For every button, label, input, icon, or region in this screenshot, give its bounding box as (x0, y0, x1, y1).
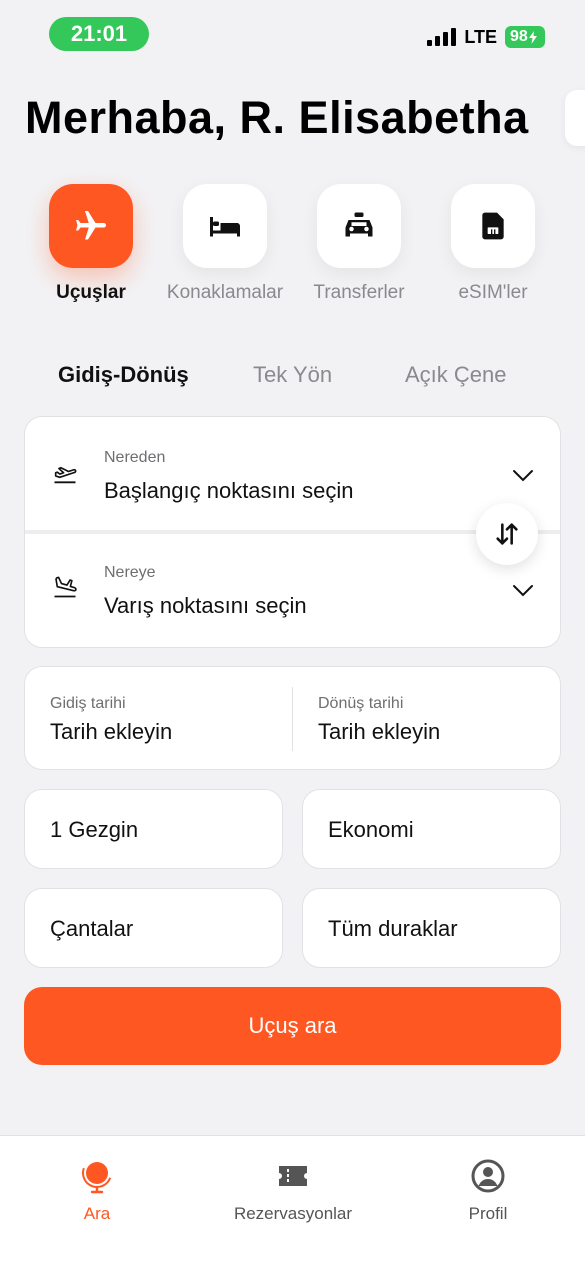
status-time: 21:01 (49, 17, 149, 51)
category-esim[interactable]: eSIM'ler (408, 184, 578, 304)
search-flights-button[interactable]: Uçuş ara (24, 987, 561, 1065)
cabin-class-selector[interactable]: Ekonomi (302, 789, 561, 869)
battery-indicator: 98 (505, 26, 545, 48)
travelers-selector[interactable]: 1 Gezgin (24, 789, 283, 869)
origin-placeholder: Başlangıç noktasını seçin (104, 478, 354, 503)
globe-icon (82, 1158, 112, 1194)
nav-label: Profil (468, 1204, 508, 1223)
bags-value: Çantalar (50, 916, 134, 941)
header-action-button[interactable] (565, 90, 585, 146)
return-date-field[interactable]: Dönüş tarihi Tarih ekleyin (293, 667, 562, 769)
category-tile (317, 184, 401, 268)
landing-icon (54, 576, 77, 598)
signal-icon (427, 28, 457, 46)
category-selector: Uçuşlar Konaklamalar Transferler eSIM'le… (0, 184, 585, 314)
bottom-nav: Ara Rezervasyonlar Profil (0, 1135, 585, 1266)
travelers-value: 1 Gezgin (50, 817, 139, 842)
category-label: eSIM'ler (458, 282, 528, 303)
cabin-class-value: Ekonomi (328, 817, 414, 842)
tab-round-trip[interactable]: Gidiş-Dönüş (58, 362, 189, 388)
bags-selector[interactable]: Çantalar (24, 888, 283, 968)
profile-icon (471, 1159, 505, 1193)
return-date-value: Tarih ekleyin (318, 719, 441, 744)
battery-level: 98 (510, 28, 528, 45)
category-tile (183, 184, 267, 268)
stops-value: Tüm duraklar (328, 916, 458, 941)
chevron-down-icon (513, 585, 533, 597)
departure-date-label: Gidiş tarihi (50, 695, 126, 712)
charging-bolt-icon (528, 30, 537, 44)
taxi-icon (345, 212, 373, 237)
destination-field[interactable]: Nereye Varış noktasını seçin (25, 534, 560, 646)
status-bar: 21:01 LTE 98 (0, 0, 585, 64)
nav-item-search[interactable]: Ara (7, 1158, 187, 1224)
network-type: LTE (464, 26, 497, 47)
route-card: Nereden Başlangıç noktasını seçin Nereye… (24, 416, 561, 648)
category-tile (49, 184, 133, 268)
takeoff-icon (54, 466, 77, 484)
departure-date-value: Tarih ekleyin (50, 719, 173, 744)
destination-label: Nereye (104, 564, 156, 581)
return-date-label: Dönüş tarihi (318, 695, 404, 712)
origin-label: Nereden (104, 449, 166, 466)
swap-route-button[interactable] (476, 503, 538, 565)
airplane-icon (76, 211, 106, 240)
tab-open-jaw[interactable]: Açık Çene (405, 362, 507, 388)
trip-type-tabs: Gidiş-Dönüş Tek Yön Açık Çene (0, 362, 585, 394)
date-card: Gidiş tarihi Tarih ekleyin Dönüş tarihi … (24, 666, 561, 770)
nav-item-profile[interactable]: Profil (398, 1158, 578, 1224)
sim-card-icon (482, 212, 504, 240)
category-tile (451, 184, 535, 268)
tab-one-way[interactable]: Tek Yön (253, 362, 332, 388)
nav-label: Rezervasyonlar (233, 1204, 353, 1223)
origin-field[interactable]: Nereden Başlangıç noktasını seçin (25, 417, 560, 529)
destination-placeholder: Varış noktasını seçin (104, 593, 307, 618)
chevron-down-icon (513, 470, 533, 482)
nav-item-bookings[interactable]: Rezervasyonlar (203, 1158, 383, 1224)
ticket-icon (279, 1166, 307, 1186)
swap-arrows-icon (496, 523, 518, 545)
greeting-title: Merhaba, R. Elisabetha (25, 92, 529, 143)
bed-icon (210, 217, 240, 237)
departure-date-field[interactable]: Gidiş tarihi Tarih ekleyin (25, 667, 292, 769)
stops-selector[interactable]: Tüm duraklar (302, 888, 561, 968)
status-indicators: LTE 98 (427, 26, 545, 48)
nav-label: Ara (83, 1204, 111, 1223)
